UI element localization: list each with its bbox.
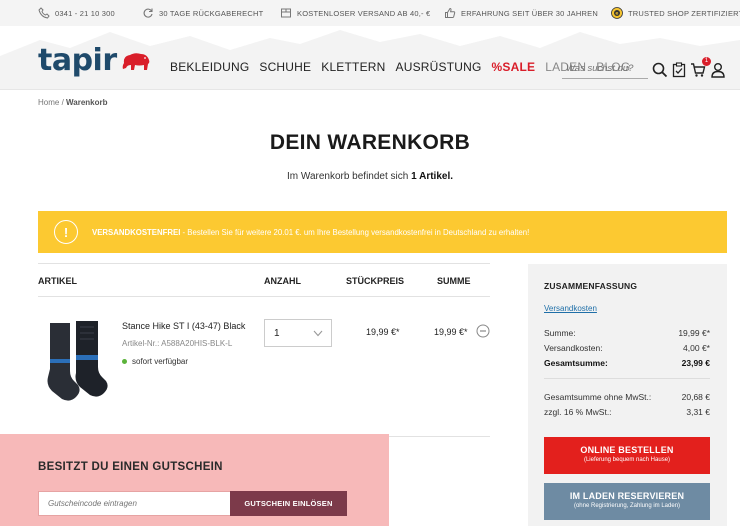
order-online-button[interactable]: ONLINE BESTELLEN (Lieferung bequem nach … (544, 437, 710, 474)
summary-row-vat: zzgl. 16 % MwSt.: 3,31 € (544, 407, 710, 417)
unit-price: 19,99 €* (366, 327, 400, 337)
shipping-costs-link[interactable]: Versandkosten (544, 304, 597, 313)
summary-label: zzgl. 16 % MwSt.: (544, 407, 612, 417)
reserve-in-store-label: IM LADEN RESERVIEREN (569, 491, 685, 501)
subtitle-count: 1 Artikel. (411, 171, 453, 182)
thumbs-up-icon (445, 7, 456, 18)
summary-label: Gesamtsumme ohne MwSt.: (544, 392, 652, 402)
top-info-bar: 0341 - 21 10 300 30 TAGE RÜCKGABERECHT K… (0, 0, 740, 26)
voucher-code-input[interactable] (38, 491, 231, 516)
notice-bold: VERSANDKOSTENFREI (92, 227, 181, 237)
return-arrow-icon (143, 8, 153, 18)
line-total: 19,99 €* (434, 327, 468, 337)
order-online-sublabel: (Lieferung bequem nach Hause) (583, 457, 671, 463)
returns-info[interactable]: 30 TAGE RÜCKGABERECHT (142, 0, 263, 26)
summary-label: Summe: (544, 328, 576, 338)
quantity-value: 1 (274, 328, 280, 339)
summary-value: 19,99 €* (678, 328, 710, 338)
cart-table: ARTIKEL ANZAHL STÜCKPREIS SUMME Stance H… (38, 263, 490, 437)
shipping-info[interactable]: KOSTENLOSER VERSAND AB 40,- € (280, 0, 430, 26)
summary-row-net-total: Gesamtsumme ohne MwSt.: 20,68 € (544, 392, 710, 402)
product-sku: Artikel-Nr.: A588A20HIS-BLK-L (122, 339, 233, 348)
voucher-section: BESITZT DU EINEN GUTSCHEIN GUTSCHEIN EIN… (0, 434, 389, 526)
tapir-animal-icon (122, 53, 149, 70)
trusted-shop-info[interactable]: e TRUSTED SHOP ZERTIFIZIERT (611, 0, 740, 26)
cart-item-row: Stance Hike ST I (43-47) Black Artikel-N… (38, 297, 490, 437)
voucher-title: BESITZT DU EINEN GUTSCHEIN (38, 461, 223, 473)
product-image-socks[interactable] (40, 319, 112, 409)
tapir-logo[interactable]: tapir (38, 46, 151, 76)
returns-text: 30 TAGE RÜCKGABERECHT (159, 8, 264, 18)
summary-value: 20,68 € (681, 392, 710, 402)
nav-ausruestung[interactable]: AUSRÜSTUNG (396, 60, 482, 74)
quantity-select[interactable]: 1 (264, 319, 332, 347)
header-quantity: ANZAHL (264, 276, 301, 286)
stock-status-text: sofort verfügbar (132, 357, 189, 366)
notice-message: - Bestellen Sie für weitere 20.01 €. um … (180, 227, 530, 237)
reserve-in-store-sublabel: (ohne Registrierung, Zahlung im Laden) (573, 503, 681, 509)
summary-divider (544, 378, 710, 379)
summary-label: Gesamtsumme: (544, 358, 608, 368)
subtitle-prefix: Im Warenkorb befindet sich (286, 171, 412, 182)
experience-info[interactable]: ERFAHRUNG SEIT ÜBER 30 JAHREN (444, 0, 598, 26)
summary-value: 23,99 € (681, 358, 710, 368)
cart-item-count-text: Im Warenkorb befindet sich 1 Artikel. (0, 171, 740, 182)
header-unit-price: STÜCKPREIS (346, 276, 405, 286)
nav-klettern[interactable]: KLETTERN (321, 60, 385, 74)
phone-text: 0341 - 21 10 300 (55, 8, 115, 18)
stock-status: sofort verfügbar (122, 357, 188, 366)
remove-item-icon[interactable] (476, 324, 490, 338)
experience-text: ERFAHRUNG SEIT ÜBER 30 JAHREN (461, 8, 598, 18)
summary-title: ZUSAMMENFASSUNG (544, 281, 638, 291)
nav-bekleidung[interactable]: BEKLEIDUNG (170, 60, 249, 74)
wishlist-clipboard-icon[interactable] (671, 62, 687, 78)
trusted-shop-text: TRUSTED SHOP ZERTIFIZIERT (628, 8, 740, 18)
svg-text:e: e (615, 12, 618, 17)
phone-icon (38, 7, 50, 19)
summary-row-subtotal: Summe: 19,99 €* (544, 328, 710, 338)
nav-schuhe[interactable]: SCHUHE (259, 60, 311, 74)
availability-dot-icon (122, 359, 127, 364)
chevron-down-icon (313, 330, 323, 337)
order-online-label: ONLINE BESTELLEN (580, 445, 674, 455)
reserve-in-store-button[interactable]: IM LADEN RESERVIEREN (ohne Registrierung… (544, 483, 710, 520)
breadcrumb-home[interactable]: Home (38, 98, 59, 107)
breadcrumb: Home / Warenkorb (38, 98, 108, 107)
breadcrumb-separator: / (59, 98, 67, 107)
cart-table-header: ARTIKEL ANZAHL STÜCKPREIS SUMME (38, 263, 490, 297)
summary-value: 4,00 €* (683, 343, 710, 353)
header-total: SUMME (437, 276, 471, 286)
free-shipping-notice: ! VERSANDKOSTENFREI - Bestellen Sie für … (38, 211, 727, 253)
trusted-shop-seal-icon: e (611, 7, 623, 19)
logo-wordmark: tapir (38, 43, 117, 78)
user-account-icon[interactable] (710, 62, 726, 78)
search-icon[interactable] (652, 62, 668, 78)
order-summary: ZUSAMMENFASSUNG Versandkosten Summe: 19,… (528, 264, 727, 526)
notice-text: VERSANDKOSTENFREI - Bestellen Sie für we… (92, 228, 529, 237)
warning-circle-icon: ! (54, 220, 78, 244)
phone-info[interactable]: 0341 - 21 10 300 (38, 0, 115, 26)
summary-row-shipping: Versandkosten: 4,00 €* (544, 343, 710, 353)
nav-sale[interactable]: %SALE (492, 60, 536, 74)
shipping-text: KOSTENLOSER VERSAND AB 40,- € (297, 8, 431, 18)
breadcrumb-current: Warenkorb (66, 98, 108, 107)
page-title: DEIN WARENKORB (269, 131, 471, 154)
header-article: ARTIKEL (38, 276, 77, 286)
summary-row-grand-total: Gesamtsumme: 23,99 € (544, 358, 710, 368)
package-icon (281, 8, 291, 18)
summary-value: 3,31 € (686, 407, 710, 417)
search-input[interactable] (562, 59, 648, 79)
summary-label: Versandkosten: (544, 343, 603, 353)
product-name[interactable]: Stance Hike ST I (43-47) Black (122, 321, 245, 331)
redeem-voucher-button[interactable]: GUTSCHEIN EINLÖSEN (230, 491, 347, 516)
site-header: tapir BEKLEIDUNG SCHUHE KLETTERN AUSRÜST… (0, 26, 740, 90)
